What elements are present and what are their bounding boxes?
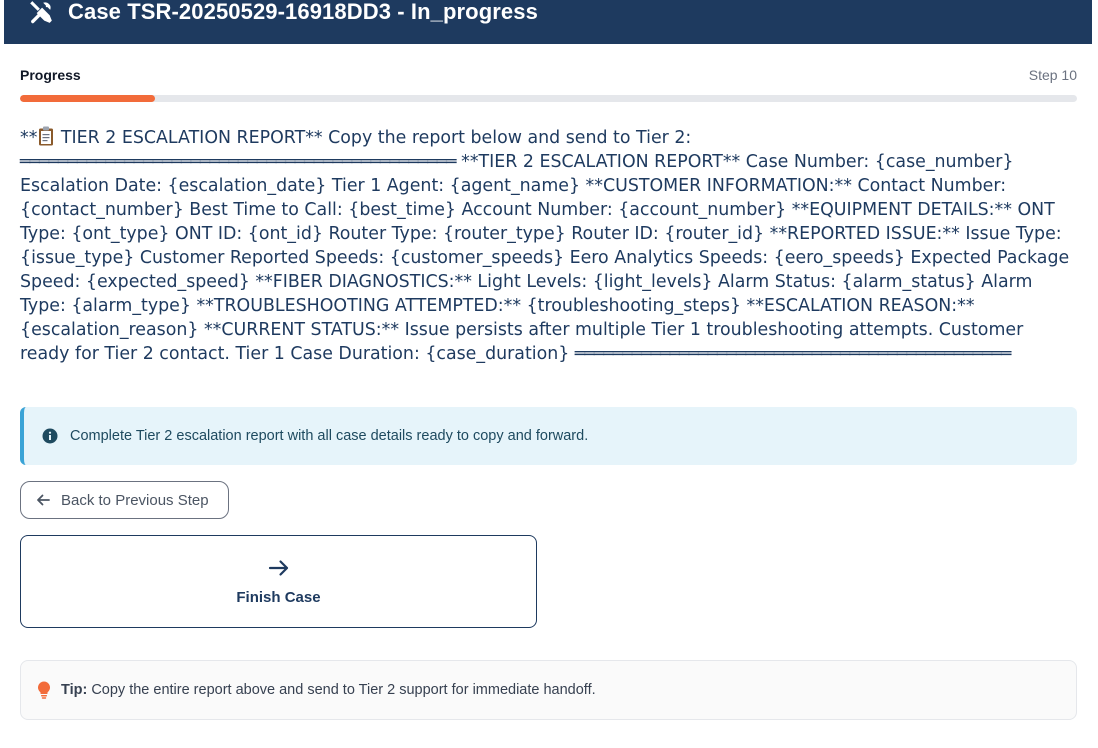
progress-bar — [20, 95, 1077, 102]
progress-label: Progress — [20, 67, 81, 83]
back-to-previous-step-button[interactable]: Back to Previous Step — [20, 481, 229, 519]
progress-bar-fill — [20, 95, 156, 102]
finish-case-button[interactable]: Finish Case — [20, 535, 537, 628]
arrow-right-icon — [268, 557, 290, 579]
step-indicator: Step 10 — [1028, 67, 1077, 83]
tip-text: Copy the entire report above and send to… — [91, 682, 596, 698]
info-alert: Complete Tier 2 escalation report with a… — [20, 407, 1077, 465]
arrow-left-icon — [35, 492, 51, 508]
back-button-label: Back to Previous Step — [61, 491, 209, 509]
tip-box: Tip: Copy the entire report above and se… — [20, 660, 1077, 720]
case-header: Case TSR-20250529-16918DD3 - In_progress — [4, 0, 1092, 44]
lightbulb-icon — [37, 681, 51, 699]
report-divider: ════════════════════════════════════════… — [20, 152, 457, 172]
report-intro: TIER 2 ESCALATION REPORT** Copy the repo… — [55, 128, 692, 148]
progress-row: Progress Step 10 — [20, 60, 1077, 90]
escalation-report-text: ** TIER 2 ESCALATION REPORT** Copy the r… — [20, 126, 1077, 366]
finish-button-label: Finish Case — [236, 589, 321, 606]
page-title: Case TSR-20250529-16918DD3 - In_progress — [68, 0, 538, 24]
report-divider-end: ════════════════════════════════════════… — [574, 344, 1012, 364]
main-content: Progress Step 10 ** TIER 2 ESCALATION RE… — [20, 60, 1077, 720]
report-body: **TIER 2 ESCALATION REPORT** Case Number… — [20, 152, 1070, 364]
clipboard-icon — [38, 126, 54, 146]
tip-label: Tip: — [61, 682, 88, 698]
info-icon — [42, 428, 58, 444]
report-prefix: ** — [20, 128, 38, 148]
tools-icon — [28, 0, 54, 25]
info-text: Complete Tier 2 escalation report with a… — [70, 428, 589, 444]
